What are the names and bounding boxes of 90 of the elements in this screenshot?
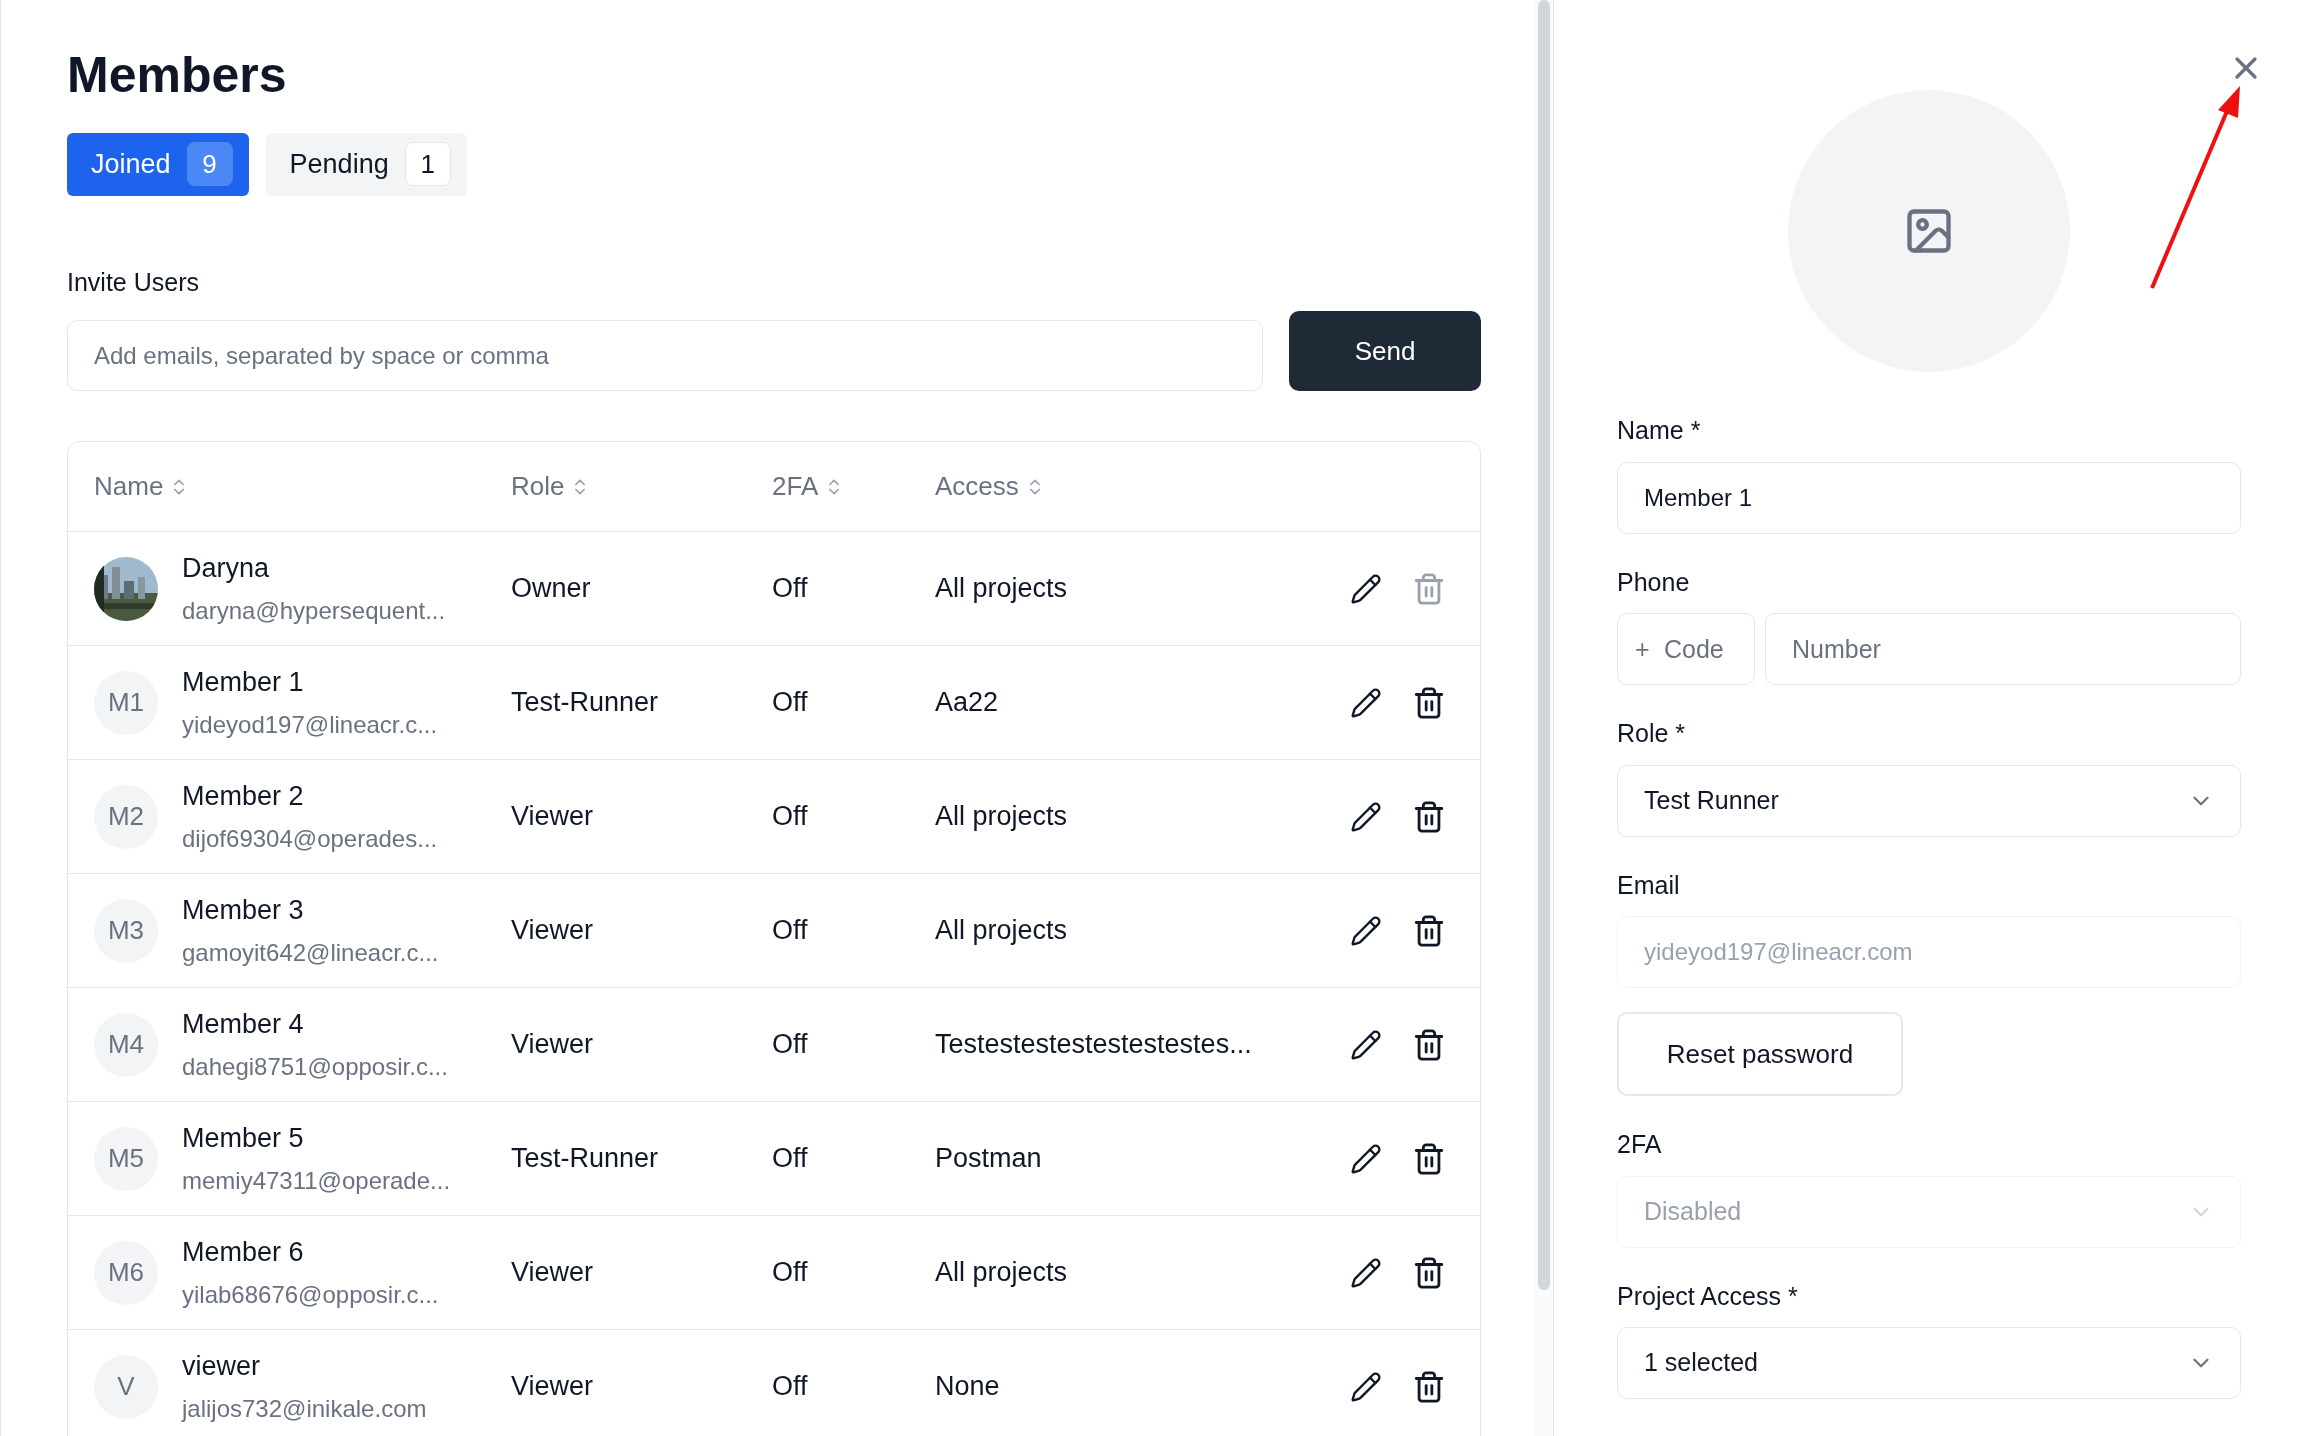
column-header[interactable]: 2FA bbox=[772, 467, 845, 506]
member-email: dijof69304@operades... bbox=[182, 823, 438, 854]
column-header[interactable]: Access bbox=[935, 467, 1045, 506]
reset-password-button[interactable]: Reset password bbox=[1617, 1012, 1903, 1096]
column-header[interactable]: Role bbox=[511, 467, 591, 506]
table-cell-text: All projects bbox=[935, 800, 1068, 834]
initials-avatar: M2 bbox=[94, 784, 158, 849]
member-name: Member 2 bbox=[182, 780, 305, 814]
table-cell-text: Viewer bbox=[511, 1028, 594, 1062]
table-cell-text: Viewer bbox=[511, 1256, 594, 1290]
table-cell-text: Postman bbox=[935, 1142, 1042, 1176]
select-field[interactable]: 1 selected bbox=[1617, 1327, 2241, 1399]
member-name: Member 3 bbox=[182, 894, 305, 928]
edit-icon[interactable] bbox=[1350, 914, 1382, 947]
table-cell-text: Off bbox=[772, 800, 808, 834]
member-email: yilab68676@opposir.c... bbox=[182, 1279, 439, 1310]
field-label: Name * bbox=[1617, 415, 1702, 446]
member-name: Daryna bbox=[182, 552, 271, 586]
member-email: gamoyit642@lineacr.c... bbox=[182, 937, 439, 968]
edit-icon[interactable] bbox=[1350, 1370, 1382, 1403]
table-cell-text: Testestestestestestestes... bbox=[935, 1028, 1252, 1062]
initials-avatar: M5 bbox=[94, 1126, 158, 1191]
trash-icon[interactable] bbox=[1412, 1369, 1446, 1404]
count-badge: 9 bbox=[186, 142, 233, 186]
trash-icon[interactable] bbox=[1412, 1255, 1446, 1290]
table-cell-text: Viewer bbox=[511, 1370, 594, 1404]
member-email: memiy47311@operade... bbox=[182, 1165, 451, 1196]
field-label: Phone bbox=[1617, 566, 1691, 598]
initials-avatar: M1 bbox=[94, 670, 158, 735]
edit-icon[interactable] bbox=[1350, 1142, 1382, 1175]
table-cell-text: Off bbox=[772, 572, 808, 606]
member-name: Member 5 bbox=[182, 1122, 305, 1156]
table-cell-text: All projects bbox=[935, 572, 1068, 606]
send-button[interactable]: Send bbox=[1289, 311, 1481, 391]
tab[interactable]: Joined 9 bbox=[67, 132, 249, 196]
member-email: daryna@hypersequent... bbox=[182, 595, 446, 626]
email-input-field[interactable]: Add emails, separated by space or comma bbox=[67, 320, 1263, 391]
edit-icon[interactable] bbox=[1350, 800, 1382, 833]
initials-avatar: M3 bbox=[94, 898, 158, 963]
tab[interactable]: Pending 1 bbox=[265, 132, 467, 196]
table-cell-text: All projects bbox=[935, 1256, 1068, 1290]
edit-icon[interactable] bbox=[1350, 1028, 1382, 1061]
table-cell-text: Off bbox=[772, 1370, 808, 1404]
table-cell-text: Off bbox=[772, 914, 808, 948]
member-email: dahegi8751@opposir.c... bbox=[182, 1051, 448, 1082]
table-cell-text: Aa22 bbox=[935, 686, 999, 720]
table-cell-text: None bbox=[935, 1370, 1000, 1404]
table-cell-text: Off bbox=[772, 686, 808, 720]
edit-icon[interactable] bbox=[1350, 686, 1382, 719]
number-input-field[interactable]: Number bbox=[1765, 613, 2241, 685]
table-cell-text: Owner bbox=[511, 572, 591, 606]
table-cell-text: Off bbox=[772, 1142, 808, 1176]
trash-icon[interactable] bbox=[1412, 1141, 1446, 1176]
table-cell-text: Viewer bbox=[511, 800, 594, 834]
trash-icon[interactable] bbox=[1412, 685, 1446, 720]
field-label: Project Access * bbox=[1617, 1280, 1799, 1312]
table-cell-text: Viewer bbox=[511, 914, 594, 948]
member-name: Member 4 bbox=[182, 1008, 305, 1042]
column-header[interactable]: Name bbox=[94, 467, 190, 506]
edit-icon[interactable] bbox=[1350, 572, 1382, 605]
member-email: jalijos732@inikale.com bbox=[182, 1393, 427, 1424]
initials-avatar: M4 bbox=[94, 1012, 158, 1077]
field-label: Email bbox=[1617, 869, 1681, 901]
member-name: Member 1 bbox=[182, 666, 305, 700]
table-cell-text: Off bbox=[772, 1028, 808, 1062]
field-label: Invite Users bbox=[67, 266, 200, 298]
count-badge: 1 bbox=[404, 142, 451, 186]
trash-icon[interactable] bbox=[1412, 913, 1446, 948]
member-name: viewer bbox=[182, 1350, 262, 1384]
field-label: Role * bbox=[1617, 718, 1687, 749]
select-value: Test Runner bbox=[1644, 784, 1779, 816]
table-cell-text: Test-Runner bbox=[511, 1142, 659, 1176]
select-value: Disabled bbox=[1644, 1195, 1742, 1227]
member-email: yideyod197@lineacr.c... bbox=[182, 709, 438, 740]
edit-icon[interactable] bbox=[1350, 1256, 1382, 1289]
field-label: 2FA bbox=[1617, 1129, 1663, 1160]
trash-icon[interactable] bbox=[1412, 799, 1446, 834]
initials-avatar: V bbox=[94, 1354, 158, 1419]
initials-avatar: M6 bbox=[94, 1240, 158, 1305]
table-cell-text: All projects bbox=[935, 914, 1068, 948]
select-field[interactable]: Test Runner bbox=[1617, 764, 2241, 837]
page-title: Members bbox=[67, 46, 288, 105]
select-value: 1 selected bbox=[1644, 1347, 1758, 1379]
table-cell-text: Off bbox=[772, 1256, 808, 1290]
plus-prefix: + bbox=[1635, 634, 1650, 665]
table-cell-text: Test-Runner bbox=[511, 686, 659, 720]
member-name: Member 6 bbox=[182, 1236, 305, 1270]
name-input-field[interactable]: Member 1 bbox=[1617, 461, 2241, 534]
trash-icon[interactable] bbox=[1412, 1027, 1446, 1062]
scrollbar-thumb[interactable] bbox=[1538, 0, 1550, 1290]
